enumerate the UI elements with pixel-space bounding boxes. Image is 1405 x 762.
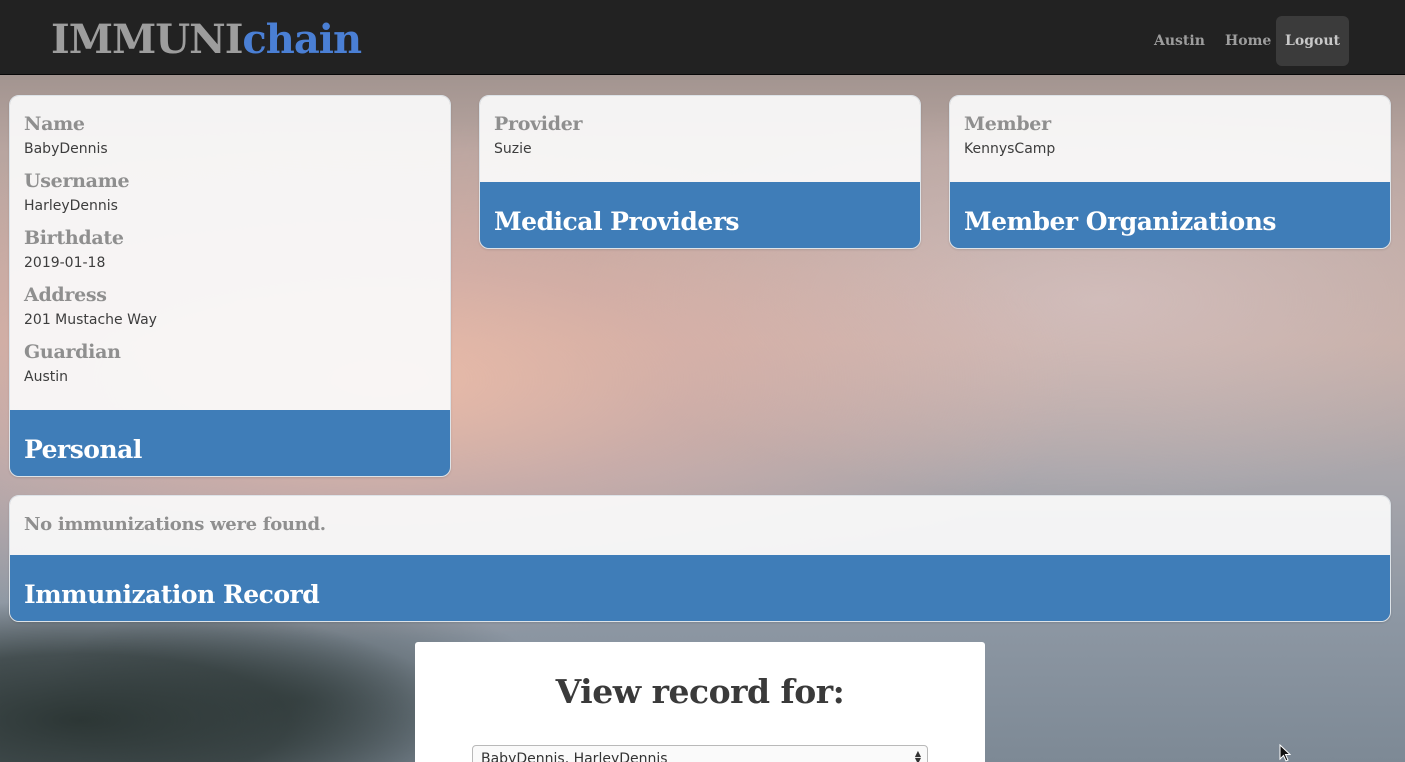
birthdate-label: Birthdate (24, 227, 124, 249)
immunization-card: No immunizations were found. Immunizatio… (9, 495, 1391, 622)
record-select-value: BabyDennis, HarleyDennis (481, 751, 668, 762)
provider-label: Provider (494, 113, 583, 135)
provider-value: Suzie (494, 141, 532, 157)
name-label: Name (24, 113, 85, 135)
brand-logo[interactable]: IMMUNIchain (51, 14, 362, 66)
view-record-title: View record for: (555, 672, 845, 711)
address-label: Address (24, 284, 107, 306)
guardian-label: Guardian (24, 341, 121, 363)
member-value: KennysCamp (964, 141, 1056, 157)
personal-card-body: Name BabyDennis Username HarleyDennis Bi… (10, 96, 450, 410)
username-value: HarleyDennis (24, 198, 118, 214)
no-immunizations-message: No immunizations were found. (24, 514, 326, 535)
name-value: BabyDennis (24, 141, 108, 157)
mouse-cursor-icon (1279, 744, 1291, 762)
view-record-panel: View record for: BabyDennis, HarleyDenni… (415, 642, 985, 762)
personal-card-title: Personal (10, 410, 450, 476)
brand-logo-part1: IMMUNI (51, 16, 243, 63)
providers-card-body: Provider Suzie (480, 96, 920, 182)
birthdate-value: 2019-01-18 (24, 255, 106, 271)
navbar: IMMUNIchain Austin Home Logout (0, 0, 1405, 75)
members-card-body: Member KennysCamp (950, 96, 1390, 182)
address-value: 201 Mustache Way (24, 312, 157, 328)
select-arrows-icon: ▲ ▼ (914, 749, 922, 762)
logout-button[interactable]: Logout (1276, 16, 1349, 66)
personal-card: Name BabyDennis Username HarleyDennis Bi… (9, 95, 451, 477)
username-label: Username (24, 170, 130, 192)
brand-logo-part2: chain (242, 16, 362, 63)
member-label: Member (964, 113, 1051, 135)
guardian-value: Austin (24, 369, 68, 385)
providers-card-title: Medical Providers (480, 182, 920, 248)
immunization-card-body: No immunizations were found. (10, 496, 1390, 555)
providers-card: Provider Suzie Medical Providers (479, 95, 921, 249)
members-card: Member KennysCamp Member Organizations (949, 95, 1391, 249)
nav-user-link[interactable]: Austin (1139, 16, 1220, 66)
record-select[interactable]: BabyDennis, HarleyDennis ▲ ▼ (472, 745, 928, 762)
nav-home-link[interactable]: Home (1210, 16, 1286, 66)
immunization-card-title: Immunization Record (10, 555, 1390, 621)
members-card-title: Member Organizations (950, 182, 1390, 248)
